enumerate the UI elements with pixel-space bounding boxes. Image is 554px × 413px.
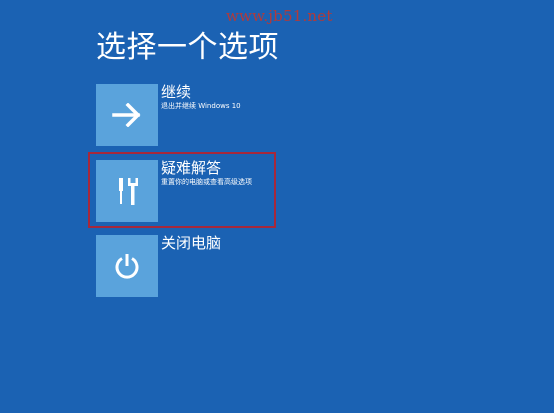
- page-title: 选择一个选项: [96, 30, 279, 65]
- continue-option[interactable]: 继续 退出并继续 Windows 10: [96, 83, 456, 146]
- tools-icon: [113, 175, 141, 207]
- continue-tile[interactable]: [96, 84, 158, 146]
- continue-description: 退出并继续 Windows 10: [161, 102, 241, 110]
- troubleshoot-label: 疑难解答: [161, 159, 222, 177]
- troubleshoot-tile[interactable]: [96, 160, 158, 222]
- shutdown-label: 关闭电脑: [161, 234, 222, 252]
- continue-label: 继续: [161, 83, 192, 101]
- shutdown-option[interactable]: 关闭电脑: [96, 234, 456, 297]
- troubleshoot-description: 重置你的电脑或查看高级选项: [161, 178, 252, 186]
- troubleshoot-option[interactable]: 疑难解答 重置你的电脑或查看高级选项: [96, 159, 456, 222]
- arrow-right-icon: [112, 103, 142, 127]
- shutdown-tile[interactable]: [96, 235, 158, 297]
- power-icon: [113, 252, 141, 280]
